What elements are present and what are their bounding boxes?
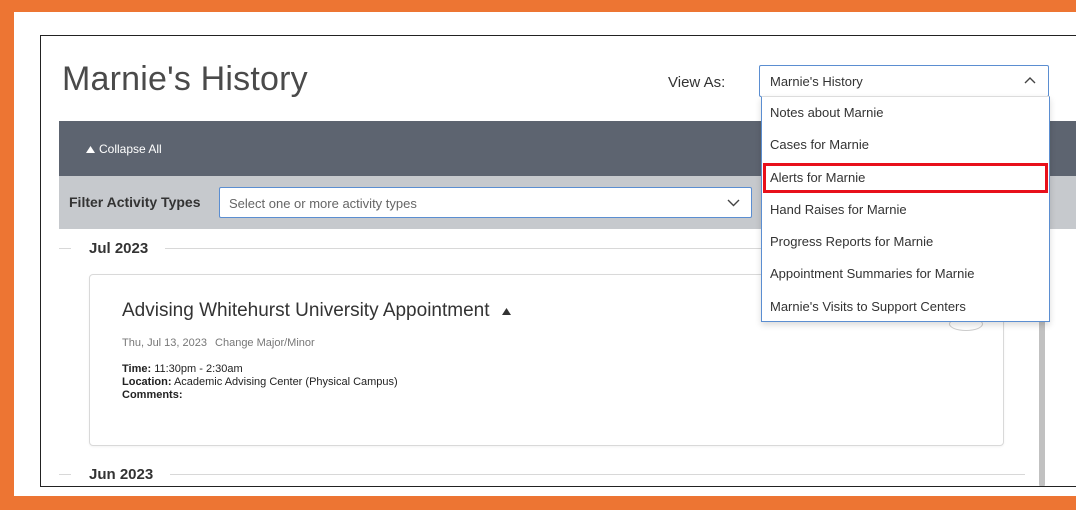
appointment-meta: Thu, Jul 13, 2023 Change Major/Minor bbox=[122, 337, 315, 349]
location-value: Academic Advising Center (Physical Campu… bbox=[173, 376, 398, 388]
appointment-location: Location: Academic Advising Center (Phys… bbox=[122, 376, 398, 388]
history-panel: Marnie's History View As: Marnie's Histo… bbox=[40, 35, 1076, 487]
view-as-label: View As: bbox=[668, 74, 726, 91]
view-as-selected-value: Marnie's History bbox=[770, 74, 863, 89]
view-as-option-hand-raises[interactable]: Hand Raises for Marnie bbox=[762, 194, 1049, 226]
view-as-option-notes[interactable]: Notes about Marnie bbox=[762, 97, 1049, 129]
view-as-option-cases[interactable]: Cases for Marnie bbox=[762, 129, 1049, 161]
comments-label: Comments: bbox=[122, 389, 183, 401]
appointment-date: Thu, Jul 13, 2023 bbox=[122, 337, 208, 349]
location-label: Location: bbox=[122, 376, 172, 388]
view-as-dropdown-menu: Notes about Marnie Cases for Marnie Aler… bbox=[761, 96, 1050, 322]
time-label: Time: bbox=[122, 363, 152, 375]
activity-types-placeholder: Select one or more activity types bbox=[229, 196, 417, 211]
view-as-option-appointment-summaries[interactable]: Appointment Summaries for Marnie bbox=[762, 258, 1049, 290]
view-as-select[interactable]: Marnie's History bbox=[759, 65, 1049, 97]
triangle-up-icon bbox=[86, 145, 95, 153]
activity-types-select[interactable]: Select one or more activity types bbox=[219, 187, 752, 218]
appointment-time: Time: 11:30pm - 2:30am bbox=[122, 363, 243, 375]
month-label: Jul 2023 bbox=[89, 239, 149, 257]
chevron-down-icon bbox=[727, 199, 740, 207]
view-as-option-visits[interactable]: Marnie's Visits to Support Centers bbox=[762, 291, 1049, 323]
appointment-title: Advising Whitehurst University Appointme… bbox=[122, 300, 511, 322]
month-label: Jun 2023 bbox=[89, 465, 154, 483]
view-as-option-alerts[interactable]: Alerts for Marnie bbox=[762, 162, 1049, 194]
collapse-all-button[interactable]: Collapse All bbox=[86, 142, 162, 156]
month-header: Jun 2023 bbox=[59, 464, 1025, 484]
appointment-comments: Comments: bbox=[122, 389, 183, 401]
collapse-all-label: Collapse All bbox=[99, 142, 162, 156]
appointment-title-text: Advising Whitehurst University Appointme… bbox=[122, 300, 490, 321]
time-value: 11:30pm - 2:30am bbox=[154, 363, 243, 375]
triangle-up-icon[interactable] bbox=[501, 307, 511, 315]
filter-activity-types-label: Filter Activity Types bbox=[69, 194, 201, 210]
page-title: Marnie's History bbox=[62, 60, 308, 98]
appointment-reason: Change Major/Minor bbox=[215, 337, 315, 349]
view-as-option-progress-reports[interactable]: Progress Reports for Marnie bbox=[762, 226, 1049, 258]
chevron-up-icon bbox=[1024, 77, 1036, 84]
